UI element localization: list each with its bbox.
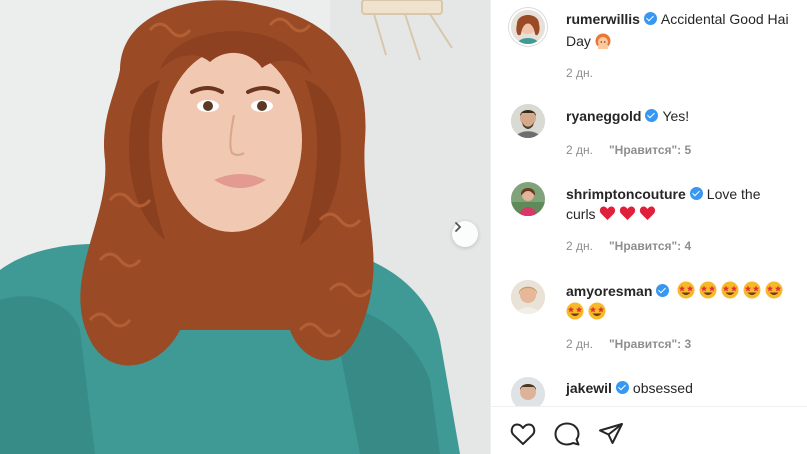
redhead-woman-emoji	[595, 33, 611, 49]
verified-badge-icon	[615, 381, 629, 394]
comment-text-line2: curls	[566, 203, 806, 225]
caption-time[interactable]: 2 дн.	[566, 66, 593, 80]
author-avatar-image	[511, 10, 545, 44]
commenter-avatar-image	[511, 280, 545, 314]
comment-time[interactable]: 2 дн.	[566, 143, 593, 157]
comment-meta: 2 дн. "Нравится": 3	[566, 337, 691, 351]
caption-username[interactable]: rumerwillis	[566, 11, 640, 27]
comment-body-line2: curls	[566, 206, 596, 222]
commenter-avatar-image	[511, 104, 545, 138]
caption-line2: Day	[566, 33, 591, 49]
paper-plane-icon	[599, 423, 623, 444]
comments-panel: rumerwillis Accidental Good Hai Day 2 дн.	[490, 0, 807, 454]
verified-badge-icon	[643, 12, 657, 25]
next-photo-button[interactable]	[452, 221, 478, 247]
comment-likes[interactable]: "Нравится": 4	[609, 239, 691, 253]
comment-likes[interactable]: "Нравится": 5	[609, 143, 691, 157]
selfie-image	[0, 0, 490, 454]
verified-badge-icon	[656, 284, 670, 297]
comment-time[interactable]: 2 дн.	[566, 337, 593, 351]
comment-body: Yes!	[662, 108, 690, 124]
comment-icon	[554, 422, 580, 446]
verified-badge-icon	[689, 187, 703, 200]
comment-time[interactable]: 2 дн.	[566, 239, 593, 253]
comment-username[interactable]: amyoresman	[566, 283, 652, 299]
comment-meta: 2 дн. "Нравится": 5	[566, 143, 691, 157]
star-struck-emoji	[677, 281, 783, 299]
comment-text: jakewil obsessed	[566, 377, 806, 399]
comment-body: Love the	[706, 186, 761, 202]
comment-meta: 2 дн. "Нравится": 4	[566, 239, 691, 253]
commenter-avatar[interactable]	[511, 104, 545, 138]
post-actions-bar	[491, 406, 807, 454]
author-avatar[interactable]	[509, 8, 547, 46]
star-struck-emoji	[566, 302, 606, 320]
red-heart-emoji	[600, 206, 656, 220]
comment-text: amyoresman	[566, 280, 806, 302]
commenter-avatar-image	[511, 182, 545, 216]
comment-text-line2	[566, 301, 806, 323]
post-photo	[0, 0, 490, 454]
chevron-right-icon	[455, 222, 462, 232]
comment-button[interactable]	[553, 420, 581, 448]
caption-line2-wrap: Day	[566, 30, 806, 52]
commenter-avatar[interactable]	[511, 280, 545, 314]
comment-likes[interactable]: "Нравится": 3	[609, 337, 691, 351]
comment-username[interactable]: ryaneggold	[566, 108, 641, 124]
caption-line1: Accidental Good Hai	[660, 11, 789, 27]
comment-username[interactable]: jakewil	[566, 380, 612, 396]
comment-text: shrimptoncouture Love the	[566, 183, 806, 205]
like-button[interactable]	[509, 420, 537, 448]
comment-body: obsessed	[632, 380, 693, 396]
comment-text: ryaneggold Yes!	[566, 105, 806, 127]
caption-text: rumerwillis Accidental Good Hai	[566, 8, 806, 30]
caption-meta: 2 дн.	[566, 66, 593, 80]
comment-username[interactable]: shrimptoncouture	[566, 186, 686, 202]
verified-badge-icon	[645, 109, 659, 122]
commenter-avatar[interactable]	[511, 182, 545, 216]
share-button[interactable]	[597, 420, 625, 448]
heart-icon	[510, 423, 536, 445]
